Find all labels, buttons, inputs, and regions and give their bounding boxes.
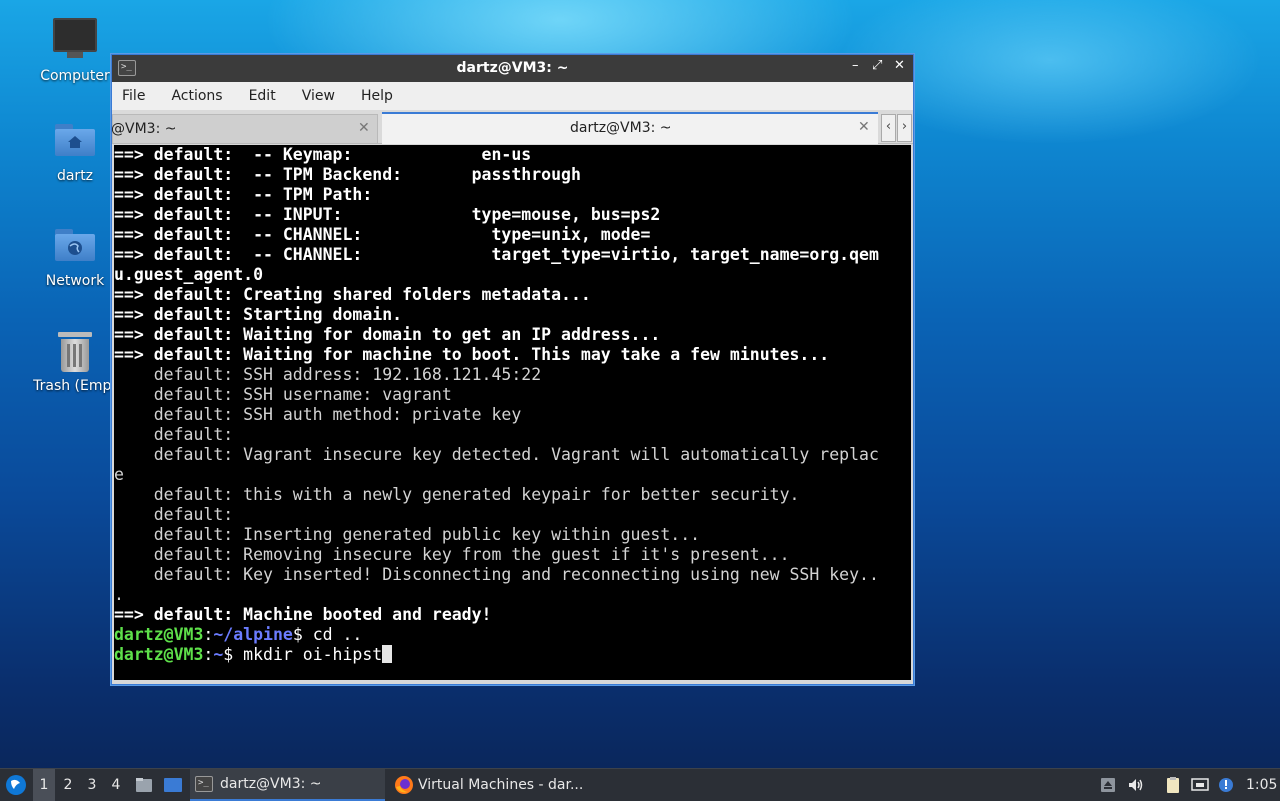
terminal-line: ==> default: -- CHANNEL: target_type=vir… xyxy=(114,245,879,264)
taskbar: 1 2 3 4 >_ dartz@VM3: ~ Virtual Machines… xyxy=(0,768,1280,801)
menu-file[interactable]: File xyxy=(122,88,145,104)
terminal-line: default: xyxy=(114,505,234,524)
task-label: dartz@VM3: ~ xyxy=(220,776,322,792)
firefox-icon xyxy=(395,776,413,794)
terminal-line: default: this with a newly generated key… xyxy=(114,485,800,504)
terminal-line: . xyxy=(114,585,124,604)
menu-edit[interactable]: Edit xyxy=(249,88,276,104)
tab-close-icon[interactable]: ✕ xyxy=(858,119,870,135)
terminal-line: default: SSH address: 192.168.121.45:22 xyxy=(114,365,542,384)
terminal-text: ==> default: -- Keymap: en-us ==> default… xyxy=(114,145,911,665)
file-manager-icon xyxy=(136,778,152,792)
terminal-line: default: SSH auth method: private key xyxy=(114,405,522,424)
terminal-output[interactable]: ==> default: -- Keymap: en-us ==> default… xyxy=(114,145,911,680)
prompt-user: dartz@VM3 xyxy=(114,645,204,664)
tab-active[interactable]: dartz@VM3: ~ ✕ xyxy=(382,112,878,144)
terminal-line: ==> default: Creating shared folders met… xyxy=(114,285,591,304)
prompt-path: ~/alpine xyxy=(213,625,293,644)
menu-bar: File Actions Edit View Help xyxy=(112,82,913,110)
tab-label: @VM3: ~ xyxy=(111,121,177,137)
menu-help[interactable]: Help xyxy=(361,88,393,104)
file-manager-launcher[interactable] xyxy=(134,769,154,801)
computer-icon xyxy=(53,18,97,58)
show-desktop-button[interactable] xyxy=(161,769,185,801)
workspace-2[interactable]: 2 xyxy=(57,769,79,801)
terminal-line: default: Inserting generated public key … xyxy=(114,525,701,544)
notification-icon[interactable] xyxy=(1217,776,1235,794)
tab-scroll-right-button[interactable]: › xyxy=(897,114,912,142)
text-cursor xyxy=(382,645,393,663)
prompt-command: cd .. xyxy=(302,625,363,644)
terminal-line: ==> default: Machine booted and ready! xyxy=(114,605,492,624)
terminal-line: e xyxy=(114,465,124,484)
terminal-line: ==> default: Starting domain. xyxy=(114,305,403,324)
clock[interactable]: 1:05 xyxy=(1246,769,1277,801)
terminal-line: default: Vagrant insecure key detected. … xyxy=(114,445,879,464)
terminal-prompt-line: dartz@VM3:~$ mkdir oi-hipst xyxy=(114,645,911,665)
terminal-line: default: Removing insecure key from the … xyxy=(114,545,790,564)
terminal-line: ==> default: -- TPM Path: xyxy=(114,185,373,204)
menu-view[interactable]: View xyxy=(302,88,335,104)
tab-scroll-left-button[interactable]: ‹ xyxy=(881,114,896,142)
network-status-icon[interactable] xyxy=(1191,776,1209,794)
tab-close-icon[interactable]: ✕ xyxy=(358,120,370,136)
terminal-line: u.guest_agent.0 xyxy=(114,265,264,284)
terminal-line: ==> default: -- TPM Backend: passthrough xyxy=(114,165,581,184)
terminal-line: default: Key inserted! Disconnecting and… xyxy=(114,565,879,584)
tab-inactive[interactable]: @VM3: ~ ✕ xyxy=(111,114,378,144)
terminal-line: ==> default: -- CHANNEL: type=unix, mode… xyxy=(114,225,651,244)
removable-media-icon[interactable] xyxy=(1099,776,1117,794)
trash-icon xyxy=(58,332,92,372)
terminal-line: ==> default: -- Keymap: en-us xyxy=(114,145,532,164)
workspace-1[interactable]: 1 xyxy=(33,769,55,801)
volume-icon[interactable] xyxy=(1127,776,1145,794)
terminal-line: ==> default: Waiting for machine to boot… xyxy=(114,345,830,364)
terminal-line: default: SSH username: vagrant xyxy=(114,385,452,404)
tab-bar: @VM3: ~ ✕ dartz@VM3: ~ ✕ ‹ › xyxy=(111,110,913,144)
terminal-prompt-line: dartz@VM3:~/alpine$ cd .. xyxy=(114,625,363,644)
task-label: Virtual Machines - dar... xyxy=(418,777,584,793)
maximize-button[interactable]: ⤢ xyxy=(872,58,882,73)
tab-label: dartz@VM3: ~ xyxy=(570,120,672,136)
workspace-4[interactable]: 4 xyxy=(105,769,127,801)
minimize-button[interactable]: – xyxy=(852,58,859,73)
terminal-icon: >_ xyxy=(195,776,213,792)
workspace-3[interactable]: 3 xyxy=(81,769,103,801)
taskbar-task-firefox[interactable]: Virtual Machines - dar... xyxy=(390,769,590,801)
prompt-user: dartz@VM3 xyxy=(114,625,204,644)
close-button[interactable]: ✕ xyxy=(894,58,905,73)
network-folder-icon xyxy=(55,229,95,261)
terminal-line: ==> default: -- INPUT: type=mouse, bus=p… xyxy=(114,205,661,224)
lubuntu-logo-icon xyxy=(6,775,26,795)
clipboard-icon[interactable] xyxy=(1164,776,1182,794)
window-titlebar[interactable]: >_ dartz@VM3: ~ – ⤢ ✕ xyxy=(112,55,913,82)
window-title: dartz@VM3: ~ xyxy=(456,60,569,76)
taskbar-task-terminal[interactable]: >_ dartz@VM3: ~ xyxy=(190,769,385,801)
terminal-line: ==> default: Waiting for domain to get a… xyxy=(114,325,661,344)
desktop-icon xyxy=(164,778,182,792)
menu-actions[interactable]: Actions xyxy=(171,88,222,104)
prompt-command: mkdir oi-hipst xyxy=(233,645,383,664)
terminal-window: >_ dartz@VM3: ~ – ⤢ ✕ File Actions Edit … xyxy=(111,54,914,685)
prompt-path: ~ xyxy=(213,645,224,664)
app-menu-button[interactable] xyxy=(4,769,28,801)
home-folder-icon xyxy=(55,124,95,156)
terminal-line: default: xyxy=(114,425,234,444)
